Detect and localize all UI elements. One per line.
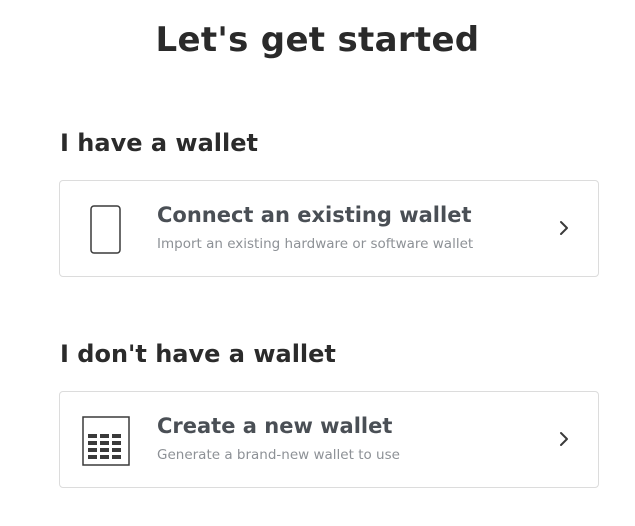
card-title: Connect an existing wallet (157, 203, 472, 227)
card-subtitle: Generate a brand-new wallet to use (157, 447, 400, 463)
section-heading-have-wallet: I have a wallet (60, 129, 258, 157)
keypad-grid-icon (82, 416, 130, 466)
card-subtitle: Import an existing hardware or software … (157, 236, 474, 252)
chevron-right-icon (556, 219, 572, 237)
card-title: Create a new wallet (157, 414, 393, 438)
section-heading-no-wallet: I don't have a wallet (60, 340, 336, 368)
get-started-page: Let's get started I have a wallet Connec… (0, 0, 635, 526)
chevron-right-icon (556, 430, 572, 448)
page-title: Let's get started (155, 20, 480, 60)
create-new-wallet-button[interactable]: Create a new wallet Generate a brand-new… (59, 391, 599, 488)
device-icon (82, 205, 130, 255)
connect-existing-wallet-button[interactable]: Connect an existing wallet Import an exi… (59, 180, 599, 277)
